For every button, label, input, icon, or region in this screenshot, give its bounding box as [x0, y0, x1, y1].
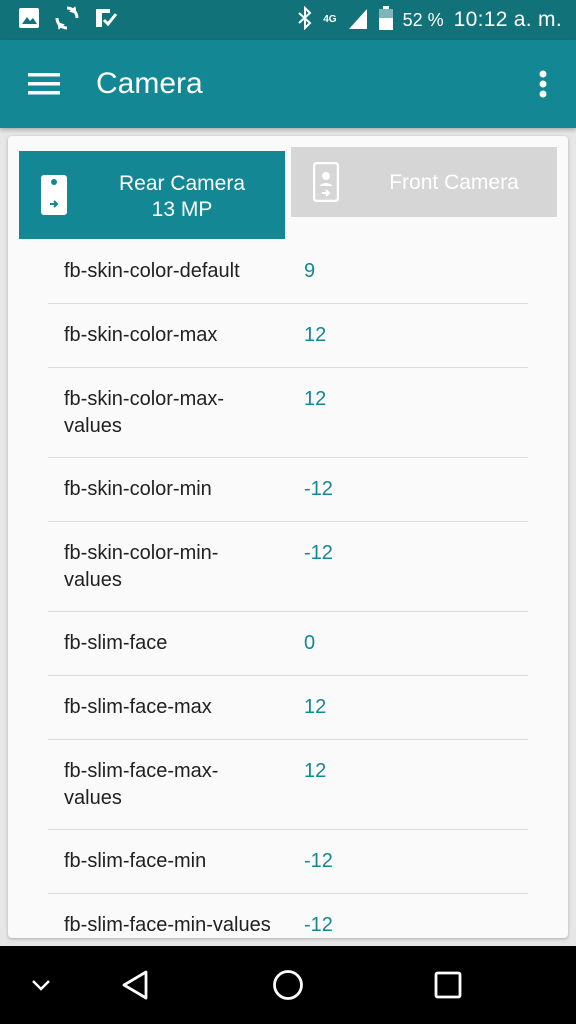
rear-camera-resolution: 13 MP — [151, 198, 213, 221]
property-key: fb-slim-face-max- values — [48, 740, 304, 812]
list-item: fb-slim-face-max 12 — [48, 676, 528, 740]
list-item: fb-skin-color-min -12 — [48, 458, 528, 522]
front-camera-phone-icon — [312, 161, 340, 207]
list-item: fb-slim-face 0 — [48, 612, 528, 676]
property-value: 12 — [304, 324, 327, 346]
property-value: -12 — [304, 914, 333, 936]
property-key: fb-skin-color-min- values — [48, 522, 304, 594]
rear-camera-label: Rear Camera — [118, 172, 246, 195]
rear-camera-phone-icon — [41, 175, 67, 220]
app-bar: Camera — [0, 40, 576, 128]
status-bar: 4G 52 % 10:12 a. m. — [0, 0, 576, 40]
image-icon — [18, 7, 40, 34]
property-key: fb-slim-face-max — [64, 696, 212, 718]
property-key: fb-skin-color-min — [64, 478, 212, 500]
camera-info-card: Rear Camera 13 MP Front Camera fb-skin-c… — [8, 136, 568, 938]
property-value: -12 — [304, 850, 333, 872]
network-type: 4G — [323, 14, 337, 25]
property-key-line: fb-skin-color-max- — [64, 388, 225, 410]
list-item: fb-skin-color-max- values 12 — [48, 368, 528, 458]
battery-percent: 52 % — [402, 9, 444, 30]
list-item: fb-skin-color-max 12 — [48, 304, 528, 368]
property-key-line: values — [64, 415, 122, 437]
property-value: 12 — [304, 696, 327, 718]
list-item: fb-slim-face-min-values -12 — [48, 894, 528, 938]
list-item: fb-slim-face-min -12 — [48, 830, 528, 894]
property-key-line: fb-slim-face-max- — [64, 760, 219, 782]
list-item: fb-skin-color-default 9 — [48, 240, 528, 304]
property-key: fb-skin-color-default — [64, 260, 240, 282]
property-value: 12 — [304, 388, 327, 410]
back-icon[interactable] — [112, 962, 158, 1008]
signal-icon — [347, 7, 369, 34]
list-item: fb-slim-face-max- values 12 — [48, 740, 528, 830]
clock: 10:12 a. m. — [453, 8, 562, 31]
property-key: fb-slim-face — [64, 632, 168, 654]
tab-rear-camera[interactable]: Rear Camera 13 MP — [19, 151, 285, 239]
home-icon[interactable] — [265, 962, 311, 1008]
property-key: fb-skin-color-max — [64, 324, 218, 346]
bluetooth-icon — [297, 5, 313, 35]
property-key: fb-skin-color-max- values — [48, 368, 304, 440]
camera-tabs: Rear Camera 13 MP Front Camera — [8, 136, 568, 240]
recents-icon[interactable] — [425, 962, 471, 1008]
property-value: -12 — [304, 478, 333, 500]
navigation-bar — [0, 946, 576, 1024]
property-key: fb-slim-face-min — [64, 850, 207, 872]
property-value: 12 — [304, 760, 327, 782]
hamburger-menu-icon[interactable] — [14, 54, 74, 114]
list-item: fb-skin-color-min- values -12 — [48, 522, 528, 612]
property-value: -12 — [304, 542, 333, 564]
property-value: 9 — [304, 260, 316, 282]
property-key-line: values — [64, 569, 122, 591]
camera-properties-list: fb-skin-color-default 9 fb-skin-color-ma… — [48, 240, 528, 938]
more-vert-icon[interactable] — [528, 54, 558, 114]
checklist-icon — [94, 6, 118, 35]
battery-icon — [378, 5, 393, 35]
app-title: Camera — [96, 67, 203, 100]
property-key: fb-slim-face-min-values — [64, 914, 271, 936]
property-key-line: values — [64, 787, 122, 809]
property-value: 0 — [304, 632, 316, 654]
tab-front-camera[interactable]: Front Camera — [291, 147, 557, 217]
front-camera-label: Front Camera — [389, 171, 519, 194]
sync-icon — [54, 5, 80, 36]
chevron-down-icon[interactable] — [22, 966, 60, 1004]
property-key-line: fb-skin-color-min- — [64, 542, 219, 564]
